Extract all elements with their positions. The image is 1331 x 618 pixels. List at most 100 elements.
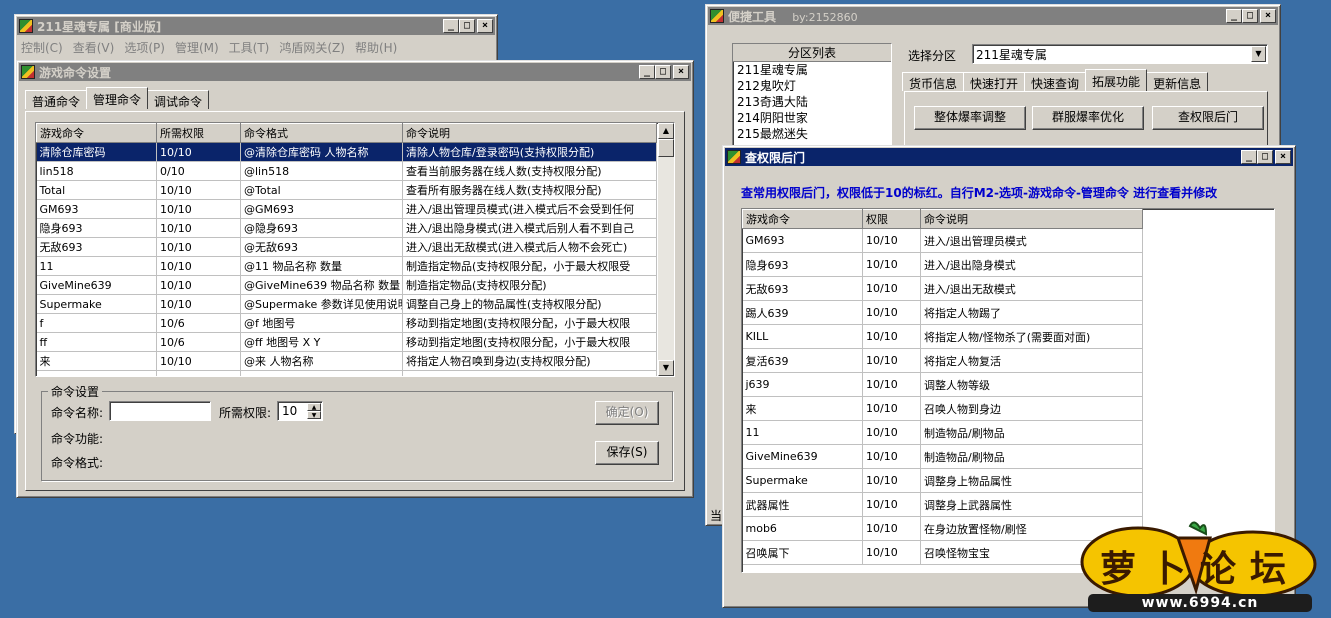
table-row[interactable]: Supermake 10/10 调整身上物品属性 — [742, 468, 1143, 493]
table-row[interactable]: GiveMine639 10/10 @GiveMine639 物品名称 数量 制造指定… — [36, 275, 657, 295]
spinner-down-icon[interactable]: ▼ — [307, 411, 321, 419]
col-game-command[interactable]: 游戏命令 — [36, 123, 157, 143]
cell-command: 11 — [36, 256, 157, 276]
perm-window-titlebar[interactable]: 查权限后门 _ □ × — [725, 148, 1293, 166]
table-row[interactable]: GiveMine639 10/10 制造物品/刷物品 — [742, 444, 1143, 469]
minimize-icon[interactable]: _ — [443, 19, 459, 33]
col-command-desc[interactable]: 命令说明 — [920, 209, 1143, 229]
tools-window-titlebar[interactable]: 便捷工具 by:2152860 _ □ × — [708, 7, 1278, 25]
maximize-icon[interactable]: □ — [1242, 9, 1258, 23]
overall-drop-rate-button[interactable]: 整体爆率调整 — [914, 106, 1026, 130]
cell-command: 隐身693 — [36, 218, 157, 238]
ok-button[interactable]: 确定(O) — [595, 401, 659, 425]
cell-description: 进入/退出无敌模式 — [920, 276, 1143, 301]
table-row[interactable]: 11 10/10 @11 物品名称 数量 制造指定物品(支持权限分配，小于最大权限受 — [36, 256, 657, 276]
tools-tabs: 货币信息 快速打开 快速查询 拓展功能 更新信息 — [902, 69, 1209, 91]
cell-description: 将指定人物/怪物杀了(需要面对面) — [920, 324, 1143, 349]
spinner-up-icon[interactable]: ▲ — [307, 403, 321, 411]
tab-admin-commands[interactable]: 管理命令 — [86, 87, 149, 109]
cell-format: @GM693 — [240, 199, 403, 219]
cell-description: 移动到指定地图(支持权限分配，小于最大权限 — [402, 313, 657, 333]
tab-quick-open[interactable]: 快速打开 — [963, 72, 1026, 91]
partition-select[interactable]: 211星魂专属 ▼ — [972, 44, 1268, 64]
list-item[interactable]: 212鬼吹灯 — [733, 78, 891, 94]
required-perm-spinner[interactable]: 10 ▲ ▼ — [277, 401, 323, 421]
close-icon[interactable]: × — [673, 65, 689, 79]
table-row[interactable]: 11 10/10 制造物品/刷物品 — [742, 420, 1143, 445]
table-row[interactable]: 踢人639 10/10 将指定人物踢了 — [742, 300, 1143, 325]
table-row[interactable]: GM693 10/10 @GM693 进入/退出管理员模式(进入模式后不会受到任何 — [36, 199, 657, 219]
table-row[interactable]: GM693 10/10 进入/退出管理员模式 — [742, 228, 1143, 253]
group-drop-rate-button[interactable]: 群服爆率优化 — [1032, 106, 1144, 130]
tab-debug-commands[interactable]: 调试命令 — [147, 90, 210, 109]
scroll-up-icon[interactable]: ▲ — [658, 123, 674, 139]
col-game-command[interactable]: 游戏命令 — [742, 209, 863, 229]
table-row[interactable]: 隐身693 10/10 @隐身693 进入/退出隐身模式(进入模式后别人看不到自己 — [36, 218, 657, 238]
menu-tools[interactable]: 工具(T) — [229, 39, 270, 56]
col-command-desc[interactable]: 命令说明 — [402, 123, 657, 143]
save-button[interactable]: 保存(S) — [595, 441, 659, 465]
list-item[interactable]: 214阴阳世家 — [733, 110, 891, 126]
minimize-icon[interactable]: _ — [1241, 150, 1257, 164]
cell-description: 调整身上武器属性 — [920, 492, 1143, 517]
menu-control[interactable]: 控制(C) — [21, 39, 63, 56]
menu-help[interactable]: 帮助(H) — [355, 39, 397, 56]
check-backdoor-button[interactable]: 查权限后门 — [1152, 106, 1264, 130]
empty-cell — [36, 370, 157, 376]
tab-currency-info[interactable]: 货币信息 — [902, 72, 965, 91]
cmd-window-titlebar[interactable]: 游戏命令设置 _ □ × — [19, 63, 691, 81]
tab-quick-query[interactable]: 快速查询 — [1024, 72, 1087, 91]
table-row[interactable]: 无敌693 10/10 @无敌693 进入/退出无敌模式(进入模式后人物不会死亡) — [36, 237, 657, 257]
list-item[interactable]: 211星魂专属 — [733, 62, 891, 78]
maximize-icon[interactable]: □ — [655, 65, 671, 79]
table-row[interactable]: Supermake 10/10 @Supermake 参数详见使用说明 调整自己身上的… — [36, 294, 657, 314]
table-row[interactable]: 无敌693 10/10 进入/退出无敌模式 — [742, 276, 1143, 301]
table-row[interactable]: KILL 10/10 将指定人物/怪物杀了(需要面对面) — [742, 324, 1143, 349]
close-icon[interactable]: × — [1260, 9, 1276, 23]
partition-list-header: 分区列表 — [733, 44, 891, 62]
tab-normal-commands[interactable]: 普通命令 — [25, 90, 88, 109]
tab-extensions[interactable]: 拓展功能 — [1085, 69, 1148, 91]
scroll-thumb[interactable] — [658, 139, 674, 157]
menu-manage[interactable]: 管理(M) — [175, 39, 219, 56]
list-item[interactable]: 213奇遇大陆 — [733, 94, 891, 110]
scroll-down-icon[interactable]: ▼ — [658, 360, 674, 376]
table-row[interactable]: 清除仓库密码 10/10 @清除仓库密码 人物名称 清除人物仓库/登录密码(支持权限分… — [36, 142, 657, 162]
table-row[interactable]: Total 10/10 @Total 查看所有服务器在线人数(支持权限分配) — [36, 180, 657, 200]
tools-window-author: by:2152860 — [792, 10, 858, 24]
col-permission[interactable]: 权限 — [862, 209, 921, 229]
maximize-icon[interactable]: □ — [1257, 150, 1273, 164]
chevron-down-icon[interactable]: ▼ — [1251, 46, 1266, 62]
cell-command: GM693 — [742, 228, 863, 253]
col-required-perm[interactable]: 所需权限 — [156, 123, 241, 143]
menu-options[interactable]: 选项(P) — [124, 39, 165, 56]
table-row[interactable]: ff 10/6 @ff 地图号 X Y 移动到指定地图(支持权限分配，小于最大权限 — [36, 332, 657, 352]
cmd-table-scrollbar[interactable]: ▲ ▼ — [658, 123, 674, 376]
table-row[interactable]: 隐身693 10/10 进入/退出隐身模式 — [742, 252, 1143, 277]
minimize-icon[interactable]: _ — [639, 65, 655, 79]
cell-command: 11 — [742, 420, 863, 445]
table-row[interactable]: 来 10/10 召唤人物到身边 — [742, 396, 1143, 421]
table-row[interactable]: f 10/6 @f 地图号 移动到指定地图(支持权限分配，小于最大权限 — [36, 313, 657, 333]
list-item[interactable]: 215最燃迷失 — [733, 126, 891, 142]
table-row[interactable]: 复活639 10/10 将指定人物复活 — [742, 348, 1143, 373]
col-command-format[interactable]: 命令格式 — [240, 123, 403, 143]
cell-permission: 10/10 — [862, 300, 921, 325]
cmd-format-label: 命令格式: — [51, 456, 104, 470]
close-icon[interactable]: × — [1275, 150, 1291, 164]
cmd-name-input[interactable] — [109, 401, 211, 421]
cell-command: ff — [36, 332, 157, 352]
minimize-icon[interactable]: _ — [1226, 9, 1242, 23]
maximize-icon[interactable]: □ — [459, 19, 475, 33]
table-row[interactable]: 武器属性 10/10 调整身上武器属性 — [742, 492, 1143, 517]
table-row[interactable]: j639 10/10 调整人物等级 — [742, 372, 1143, 397]
table-row[interactable]: lin518 0/10 @lin518 查看当前服务器在线人数(支持权限分配) — [36, 161, 657, 181]
tab-update-info[interactable]: 更新信息 — [1146, 72, 1209, 91]
menu-gateway[interactable]: 鸿盾网关(Z) — [279, 39, 345, 56]
menu-view[interactable]: 查看(V) — [73, 39, 115, 56]
table-row[interactable]: 来 10/10 @来 人物名称 将指定人物召唤到身边(支持权限分配) — [36, 351, 657, 371]
close-icon[interactable]: × — [477, 19, 493, 33]
main-window-titlebar[interactable]: 211星魂专属 [商业版] _ □ × — [17, 17, 495, 35]
table-row[interactable] — [36, 370, 657, 376]
cell-permission: 10/10 — [156, 256, 241, 276]
